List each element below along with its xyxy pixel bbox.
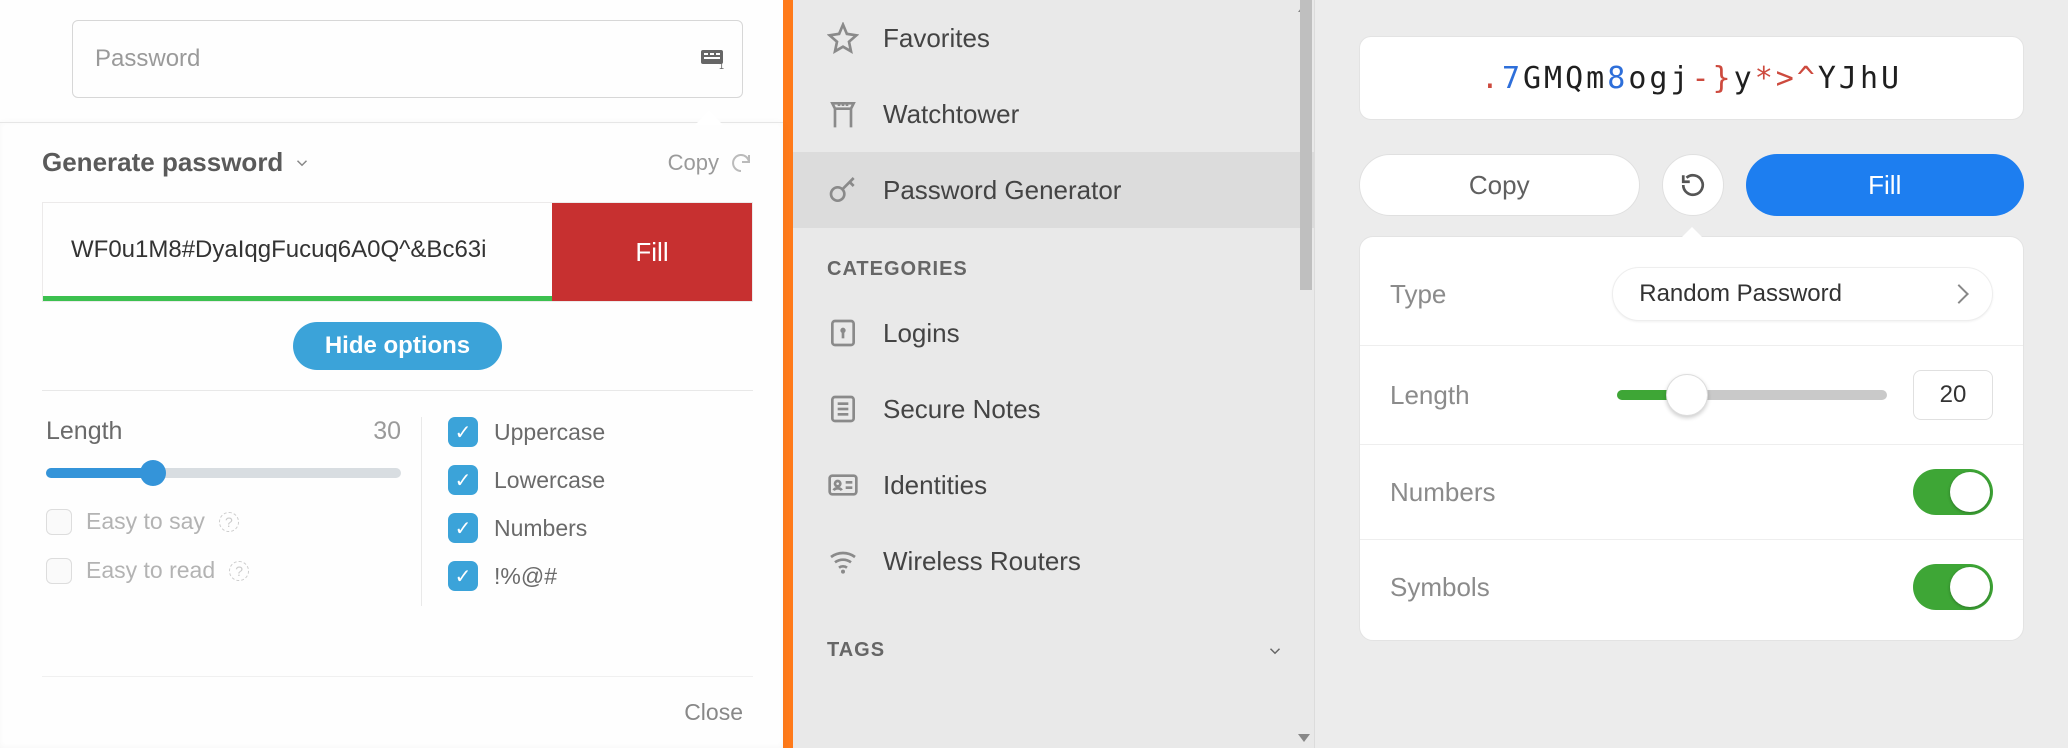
check-icon: ✓: [448, 465, 478, 495]
fill-button[interactable]: Fill: [552, 203, 752, 301]
onepassword-generator-panel: .7GMQm8ogj-}y*>^YJhU Copy Fill Type Rand…: [1315, 0, 2068, 748]
lastpass-panel: Password 1 Generate password Copy WF0u1M…: [0, 0, 783, 748]
regenerate-button[interactable]: [1662, 154, 1724, 216]
popup-title: Generate password: [42, 147, 283, 178]
onepassword-sidebar: Favorites Watchtower Password Generator …: [793, 0, 1315, 748]
chevron-down-icon: [1266, 642, 1284, 660]
length-slider[interactable]: [1617, 390, 1887, 400]
length-slider[interactable]: [46, 468, 401, 478]
chevron-right-icon: [1949, 284, 1969, 304]
generate-password-popup: Generate password Copy WF0u1M8#DyaIqgFuc…: [0, 122, 783, 748]
key-icon: [827, 174, 859, 206]
radio-icon: [46, 509, 72, 535]
id-card-icon: [827, 469, 859, 501]
password-manager-icon[interactable]: 1: [698, 47, 726, 71]
easy-to-say-radio[interactable]: Easy to say ?: [46, 508, 401, 535]
star-icon: [827, 22, 859, 54]
password-placeholder: Password: [95, 45, 200, 73]
copy-link[interactable]: Copy: [668, 150, 753, 176]
lowercase-checkbox[interactable]: ✓ Lowercase: [448, 465, 605, 495]
generator-options-card: Type Random Password Length 20 Numbers S…: [1359, 236, 2024, 641]
help-icon[interactable]: ?: [229, 561, 249, 581]
numbers-checkbox[interactable]: ✓ Numbers: [448, 513, 605, 543]
copy-button[interactable]: Copy: [1359, 154, 1640, 216]
check-icon: ✓: [448, 561, 478, 591]
scroll-up-icon[interactable]: [1298, 4, 1310, 12]
type-row[interactable]: Type Random Password: [1360, 243, 2023, 346]
lock-keyhole-icon: [827, 317, 859, 349]
numbers-toggle[interactable]: [1913, 469, 1993, 515]
type-label: Type: [1390, 279, 1446, 310]
symbols-label: Symbols: [1390, 572, 1490, 603]
wifi-icon: [827, 545, 859, 577]
refresh-icon: [1680, 172, 1706, 198]
length-value: 30: [373, 417, 401, 446]
check-icon: ✓: [448, 417, 478, 447]
refresh-icon[interactable]: [729, 151, 753, 175]
sidebar-item-watchtower[interactable]: Watchtower: [793, 76, 1314, 152]
sidebar-item-favorites[interactable]: Favorites: [793, 0, 1314, 76]
tower-icon: [827, 98, 859, 130]
symbols-row: Symbols: [1360, 540, 2023, 634]
panel-divider: [783, 0, 793, 748]
chevron-down-icon: [293, 154, 311, 172]
sidebar-item-secure-notes[interactable]: Secure Notes: [793, 371, 1314, 447]
popup-title-row[interactable]: Generate password: [42, 147, 311, 178]
tags-header[interactable]: TAGS: [793, 599, 1314, 682]
symbols-checkbox[interactable]: ✓ !%@#: [448, 561, 605, 591]
password-input[interactable]: Password 1: [72, 20, 743, 98]
fill-button[interactable]: Fill: [1746, 154, 2025, 216]
generated-password-value: WF0u1M8#DyaIqgFucuq6A0Q^&Bc63i: [71, 236, 486, 264]
numbers-label: Numbers: [1390, 477, 1495, 508]
sidebar-item-wireless-routers[interactable]: Wireless Routers: [793, 523, 1314, 599]
close-button[interactable]: Close: [42, 676, 753, 748]
notes-icon: [827, 393, 859, 425]
type-selector[interactable]: Random Password: [1612, 267, 1993, 321]
svg-text:1: 1: [719, 61, 724, 71]
copy-label: Copy: [668, 150, 719, 176]
numbers-row: Numbers: [1360, 445, 2023, 540]
sidebar-item-identities[interactable]: Identities: [793, 447, 1314, 523]
length-label: Length: [46, 417, 122, 446]
length-value-box[interactable]: 20: [1913, 370, 1993, 420]
easy-to-read-radio[interactable]: Easy to read ?: [46, 557, 401, 584]
length-row: Length 20: [1360, 346, 2023, 445]
help-icon[interactable]: ?: [219, 512, 239, 532]
scroll-down-icon[interactable]: [1298, 734, 1310, 742]
sidebar-item-logins[interactable]: Logins: [793, 295, 1314, 371]
length-label: Length: [1390, 380, 1470, 411]
categories-header: CATEGORIES: [793, 228, 1314, 295]
generated-password-display[interactable]: .7GMQm8ogj-}y*>^YJhU: [1359, 36, 2024, 120]
uppercase-checkbox[interactable]: ✓ Uppercase: [448, 417, 605, 447]
check-icon: ✓: [448, 513, 478, 543]
generated-password-field[interactable]: WF0u1M8#DyaIqgFucuq6A0Q^&Bc63i: [43, 203, 552, 301]
hide-options-button[interactable]: Hide options: [293, 322, 502, 370]
symbols-toggle[interactable]: [1913, 564, 1993, 610]
sidebar-item-password-generator[interactable]: Password Generator: [793, 152, 1314, 228]
radio-icon: [46, 558, 72, 584]
